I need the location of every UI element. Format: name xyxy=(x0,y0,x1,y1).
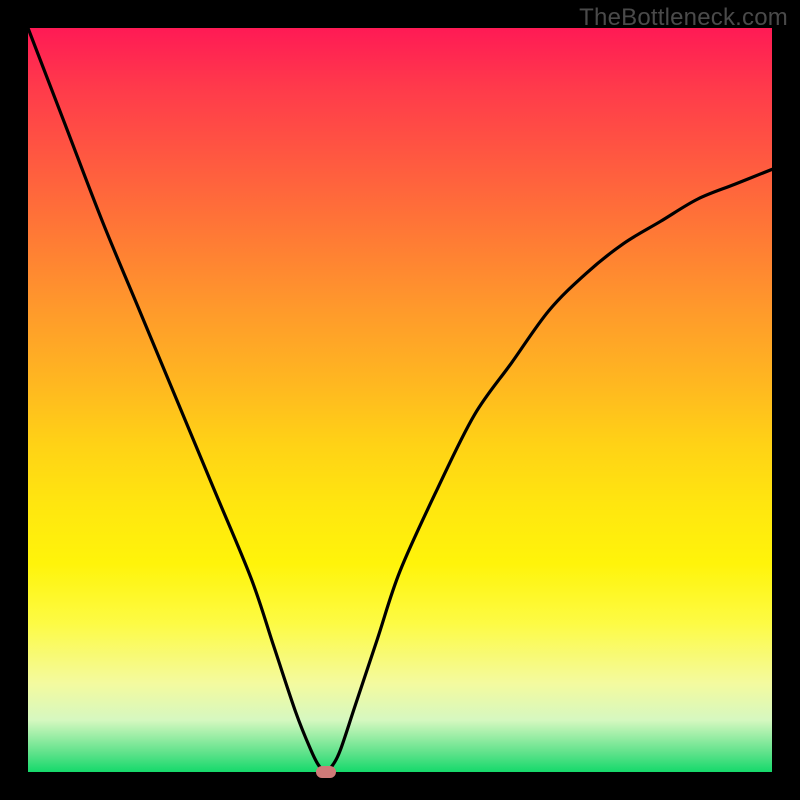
minimum-marker xyxy=(316,766,336,778)
watermark-text: TheBottleneck.com xyxy=(579,4,788,32)
plot-area xyxy=(28,28,772,772)
bottleneck-curve-path xyxy=(28,28,772,772)
chart-frame: TheBottleneck.com xyxy=(0,0,800,800)
curve-svg xyxy=(28,28,772,772)
